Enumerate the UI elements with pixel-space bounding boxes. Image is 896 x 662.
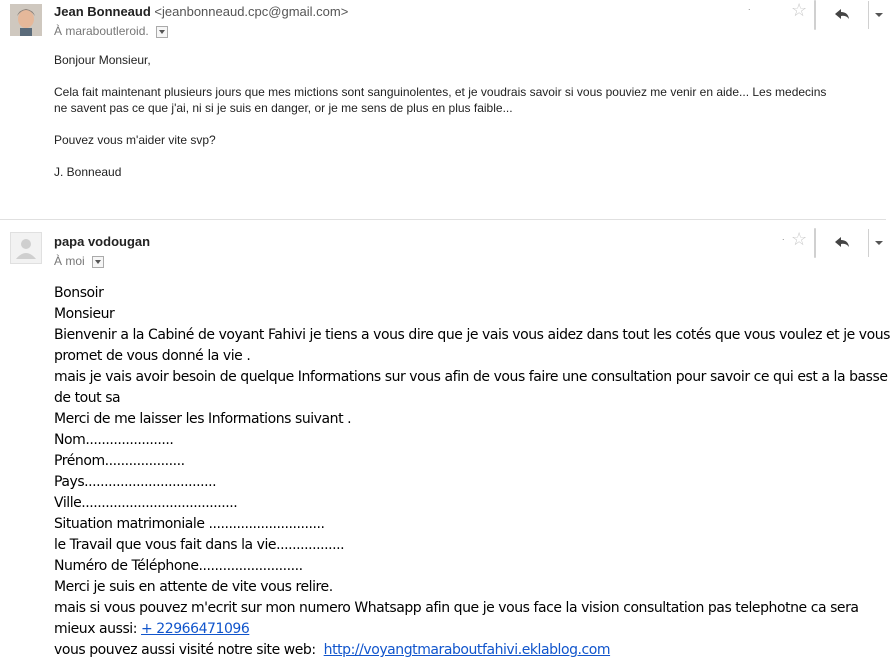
phone-link[interactable]: + 22966471096: [141, 621, 250, 637]
recipient-line-2: À moi: [54, 254, 105, 268]
website-label: vous pouvez aussi visité notre site web:: [54, 642, 316, 658]
body-line: Pays.................................: [54, 474, 217, 490]
reply-icon: [835, 237, 849, 247]
body-line: Nom......................: [54, 432, 174, 448]
recipient-line: À maraboutleroid.: [54, 24, 169, 38]
sender-name-2[interactable]: papa vodougan: [54, 234, 150, 249]
star-icon[interactable]: ☆: [791, 229, 807, 250]
dropdown-icon[interactable]: [156, 25, 169, 38]
greeting: Bonjour Monsieur,: [54, 53, 151, 67]
body-line: mais je vais avoir besoin de quelque Inf…: [54, 369, 888, 406]
sender-avatar[interactable]: [10, 4, 42, 36]
body-line: Ville...................................…: [54, 495, 238, 511]
recipient-text-2: À moi: [54, 254, 85, 268]
paragraph-2: Pouvez vous m'aider vite svp?: [54, 133, 216, 147]
reply-button[interactable]: [815, 1, 869, 29]
dropdown-icon[interactable]: [92, 255, 105, 268]
message-1: Jean Bonneaud <jeanbonneaud.cpc@gmail.co…: [0, 0, 896, 219]
body-line: Merci je suis en attente de vite vous re…: [54, 579, 333, 595]
reply-button-group: [814, 0, 883, 30]
sender-line: Jean Bonneaud <jeanbonneaud.cpc@gmail.co…: [54, 4, 348, 19]
avatar-icon[interactable]: [10, 232, 42, 264]
website-line: vous pouvez aussi visité notre site web:…: [54, 640, 894, 661]
body-line: Situation matrimoniale .................…: [54, 516, 325, 532]
body-line: Bienvenir a la Cabiné de voyant Fahivi j…: [54, 327, 891, 364]
recipient-text: À maraboutleroid.: [54, 24, 149, 38]
body-line: Numéro de Téléphone.....................…: [54, 558, 303, 574]
signature: J. Bonneaud: [54, 165, 122, 179]
body-line: Monsieur: [54, 306, 115, 322]
body-line: Merci de me laisser les Informations sui…: [54, 411, 352, 427]
body-line: le Travail que vous fait dans la vie....…: [54, 537, 345, 553]
reply-button[interactable]: [815, 229, 869, 257]
sender-name[interactable]: Jean Bonneaud: [54, 4, 151, 19]
body-line: Bonsoir: [54, 285, 104, 301]
paragraph-1: Cela fait maintenant plusieurs jours que…: [54, 85, 827, 115]
message-2-body: Bonsoir Monsieur Bienvenir a la Cabiné d…: [54, 283, 894, 661]
dot-mark: .: [782, 232, 785, 242]
website-link[interactable]: http://voyangtmaraboutfahivi.eklablog.co…: [324, 642, 611, 658]
reply-icon: [835, 9, 849, 19]
message-1-body: Bonjour Monsieur, Cela fait maintenant p…: [54, 52, 834, 180]
sender-email: <jeanbonneaud.cpc@gmail.com>: [154, 4, 349, 19]
whatsapp-line: mais si vous pouvez m'ecrit sur mon nume…: [54, 598, 894, 640]
star-icon[interactable]: ☆: [791, 0, 807, 21]
dot-mark: .: [748, 2, 751, 12]
more-options-icon[interactable]: [869, 229, 888, 257]
body-line: Prénom....................: [54, 453, 185, 469]
reply-button-group-2: [814, 228, 883, 258]
more-options-icon[interactable]: [869, 1, 888, 29]
